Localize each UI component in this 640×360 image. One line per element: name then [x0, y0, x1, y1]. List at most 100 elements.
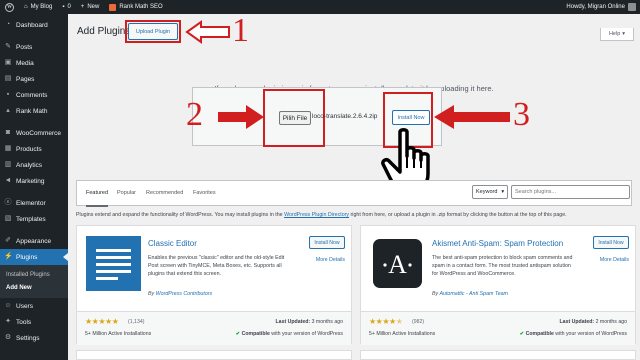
classic-editor-icon: [86, 236, 141, 291]
account-menu[interactable]: Howdy, Migran Online: [566, 3, 640, 11]
comments-link[interactable]: ▪ 0: [57, 0, 75, 14]
sidebar-item-label: Products: [16, 145, 42, 153]
last-updated: Last Updated: 2 months ago: [560, 319, 627, 325]
plugins-description: Plugins extend and expand the functional…: [76, 212, 632, 218]
sidebar-item-settings[interactable]: ⚙ Settings: [0, 330, 68, 346]
megaphone-icon: ◄: [4, 177, 12, 184]
upload-plugin-button[interactable]: Upload Plugin: [128, 23, 178, 40]
sidebar-item-label: Elementor: [16, 199, 46, 207]
tab-favorites[interactable]: Favorites: [193, 190, 216, 196]
sidebar-item-tools[interactable]: ✦ Tools: [0, 314, 68, 330]
install-now-button[interactable]: Install Now: [593, 236, 629, 249]
search-type-select[interactable]: Keyword ▾: [472, 185, 508, 199]
wordpress-logo-icon: W: [5, 2, 14, 12]
last-updated-value: 3 months ago: [311, 319, 343, 325]
plugin-description: Enables the previous "classic" editor an…: [148, 255, 285, 277]
page-title: Add Plugins: [77, 26, 131, 37]
sidebar-item-label: WooCommerce: [16, 129, 62, 137]
help-label: Help: [608, 31, 621, 37]
search-plugins-input[interactable]: [511, 185, 630, 199]
rank-math-label: Rank Math SEO: [119, 4, 163, 10]
checkmark-icon: ✔: [519, 331, 525, 337]
selected-file-name: loco-translate.2.6.4.zip: [312, 113, 378, 120]
elementor-icon: ⓔ: [4, 199, 12, 206]
home-icon: ⌂: [24, 4, 28, 10]
author-prefix: By: [148, 291, 156, 297]
sidebar-item-media[interactable]: ▣ Media: [0, 55, 68, 71]
help-tab-button[interactable]: Help ▾: [600, 28, 634, 41]
author-link[interactable]: WordPress Contributors: [156, 291, 213, 297]
sidebar-item-templates[interactable]: ▧ Templates: [0, 211, 68, 227]
sidebar-item-products[interactable]: ▦ Products: [0, 141, 68, 157]
sidebar-item-label: Comments: [16, 91, 48, 99]
arrow-right-icon: [218, 105, 264, 129]
plugin-card-partial: [360, 350, 636, 360]
rating-count: (1,134): [128, 319, 145, 325]
compat-strong: Compatible: [525, 331, 554, 337]
plugin-name-link[interactable]: Akismet Anti-Spam: Spam Protection: [432, 239, 563, 248]
tab-featured[interactable]: Featured: [86, 190, 109, 207]
annotation-number-2: 2: [186, 96, 203, 133]
brush-icon: ✐: [5, 237, 11, 244]
admin-sidebar: ◔ Dashboard ✎ Posts ▣ Media ▤ Pages ▪ Comment…: [0, 14, 68, 360]
submenu-installed-plugins[interactable]: Installed Plugins: [0, 268, 68, 281]
comment-bubble-icon: ▪: [62, 4, 65, 10]
site-name-link[interactable]: ⌂ My Blog: [19, 0, 57, 14]
sidebar-item-plugins[interactable]: ⚡ Plugins: [0, 249, 68, 265]
plugin-card-partial: [76, 350, 352, 360]
sidebar-item-label: Appearance: [16, 237, 52, 245]
sidebar-item-label: Media: [16, 59, 34, 67]
tab-popular[interactable]: Popular: [117, 190, 136, 196]
compatibility: ✔ Compatible with your version of WordPr…: [236, 331, 343, 337]
avatar: [628, 3, 636, 11]
compat-strong: Compatible: [241, 331, 270, 337]
wp-logo-button[interactable]: W: [0, 0, 19, 14]
greeting-text: Howdy, Migran Online: [566, 4, 625, 10]
sidebar-item-pages[interactable]: ▤ Pages: [0, 71, 68, 87]
templates-icon: ▧: [4, 215, 12, 222]
rank-math-menu[interactable]: Rank Math SEO: [104, 0, 167, 14]
last-updated-label: Last Updated:: [275, 319, 311, 325]
sidebar-item-label: Marketing: [16, 177, 45, 185]
plugin-author: By WordPress Contributors: [148, 291, 212, 297]
install-now-button[interactable]: Install Now: [392, 110, 430, 125]
settings-icon: ⚙: [4, 334, 12, 341]
more-details-link[interactable]: More Details: [316, 257, 345, 263]
description-text: right from here, or upload a plugin in .…: [349, 212, 567, 218]
sidebar-item-label: Rank Math: [16, 107, 48, 115]
plugin-directory-link[interactable]: WordPress Plugin Directory: [284, 212, 349, 218]
plugins-submenu: Installed Plugins Add New: [0, 265, 68, 298]
choose-file-button[interactable]: Pilih File: [279, 111, 311, 125]
new-content-button[interactable]: + New: [76, 0, 105, 14]
sidebar-item-label: Dashboard: [16, 21, 48, 29]
sidebar-item-analytics[interactable]: ▥ Analytics: [0, 157, 68, 173]
chevron-down-icon: ▾: [501, 189, 505, 195]
wrench-icon: ✦: [5, 318, 11, 325]
install-now-button[interactable]: Install Now: [309, 236, 345, 249]
sidebar-item-woocommerce[interactable]: ◙ WooCommerce: [0, 125, 68, 141]
sidebar-item-label: Tools: [16, 318, 32, 326]
sidebar-item-comments[interactable]: ▪ Comments: [0, 87, 68, 103]
plugin-description: The best anti-spam protection to block s…: [432, 255, 573, 277]
last-updated-label: Last Updated:: [559, 319, 595, 325]
sidebar-item-posts[interactable]: ✎ Posts: [0, 39, 68, 55]
sidebar-item-appearance[interactable]: ✐ Appearance: [0, 233, 68, 249]
user-icon: ☺: [4, 302, 12, 309]
svg-text:A: A: [388, 250, 407, 279]
sidebar-item-dashboard[interactable]: ◔ Dashboard: [0, 17, 68, 33]
more-details-link[interactable]: More Details: [600, 257, 629, 263]
author-link[interactable]: Automattic - Anti Spam Team: [439, 291, 508, 297]
last-updated-value: 2 months ago: [595, 319, 627, 325]
sidebar-item-users[interactable]: ☺ Users: [0, 298, 68, 314]
plugin-card-footer: ★★★★★ (1,134) 5+ Million Active Installa…: [77, 311, 351, 345]
sidebar-item-label: Users: [16, 302, 33, 310]
sidebar-item-label: Plugins: [16, 253, 38, 261]
rank-math-icon: [109, 3, 117, 11]
sidebar-item-rank-math[interactable]: ▴ Rank Math: [0, 103, 68, 119]
tab-recommended[interactable]: Recommended: [146, 190, 183, 196]
plugin-name-link[interactable]: Classic Editor: [148, 239, 197, 248]
sidebar-item-elementor[interactable]: ⓔ Elementor: [0, 195, 68, 211]
submenu-add-new[interactable]: Add New: [0, 281, 68, 294]
sidebar-item-marketing[interactable]: ◄ Marketing: [0, 173, 68, 189]
new-label: New: [87, 4, 100, 10]
